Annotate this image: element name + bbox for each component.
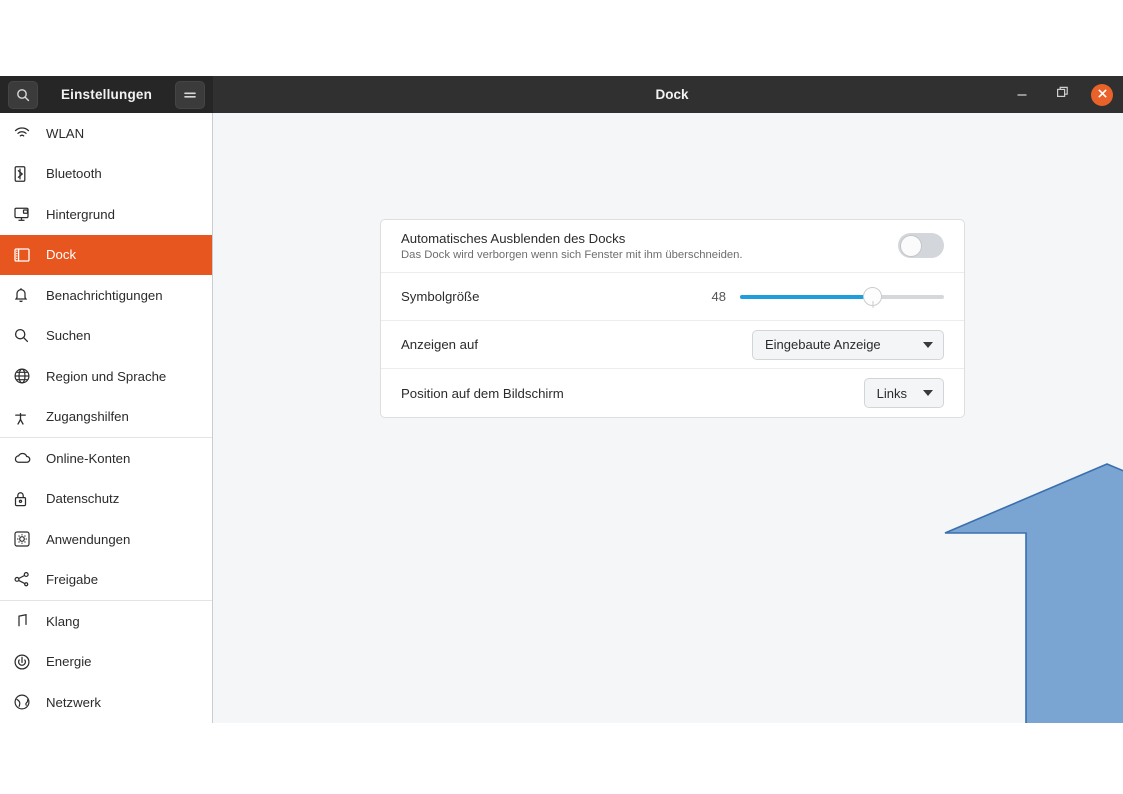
sidebar-item-label: Freigabe — [46, 572, 99, 588]
sidebar-item-hintergrund[interactable]: Hintergrund — [0, 194, 212, 235]
chevron-down-icon — [923, 390, 933, 396]
icon-size-slider-group: 48 — [704, 286, 944, 307]
auto-hide-labels: Automatisches Ausblenden des Docks Das D… — [401, 231, 743, 261]
sidebar-item-label: Zugangshilfen — [46, 409, 129, 425]
slider-handle[interactable] — [863, 286, 883, 306]
sidebar-item-label: Online-Konten — [46, 450, 131, 466]
sidebar-item-label: Region und Sprache — [46, 368, 167, 384]
sidebar-header: Einstellungen — [0, 76, 213, 113]
up-arrow-annotation — [944, 463, 1123, 723]
sidebar-item-label: Bluetooth — [46, 166, 102, 182]
sidebar-item-label: Suchen — [46, 328, 91, 344]
sidebar-item-klang[interactable]: Klang — [0, 601, 212, 642]
sidebar-item-netzwerk[interactable]: Netzwerk — [0, 682, 212, 723]
sidebar-item-label: Anwendungen — [46, 531, 131, 547]
row-show-on: Anzeigen auf Eingebaute Anzeige — [381, 321, 964, 369]
sidebar-item-online-konten[interactable]: Online-Konten — [0, 438, 212, 479]
sidebar-item-benachrichtigungen[interactable]: Benachrichtigungen — [0, 275, 212, 316]
search-button[interactable] — [8, 80, 38, 109]
window-controls — [1011, 76, 1113, 113]
sidebar-item-region-und-sprache[interactable]: Region und Sprache — [0, 356, 212, 397]
sidebar-item-label: Netzwerk — [46, 694, 101, 710]
page-title: Dock — [655, 87, 689, 102]
sidebar-nav: WLAN Bluetooth Hintergrund Dock Benachrichti… — [0, 113, 213, 723]
sidebar-item-label: Benachrichtigungen — [46, 287, 163, 303]
search-icon — [16, 88, 30, 102]
row-auto-hide: Automatisches Ausblenden des Docks Das D… — [381, 220, 964, 273]
wifi-icon — [14, 124, 36, 142]
bell-icon — [14, 286, 36, 304]
chevron-down-icon — [923, 341, 933, 348]
bluetooth-icon — [14, 165, 36, 183]
maximize-icon — [1056, 86, 1069, 104]
sidebar-item-dock[interactable]: Dock — [0, 234, 212, 275]
position-value: Links — [876, 385, 907, 401]
hamburger-menu-icon — [183, 89, 197, 101]
sidebar-item-datenschutz[interactable]: Datenschutz — [0, 479, 212, 520]
sidebar-item-label: Hintergrund — [46, 206, 115, 222]
auto-hide-description: Das Dock wird verborgen wenn sich Fenste… — [401, 249, 743, 261]
icon-size-slider[interactable] — [740, 286, 944, 307]
show-on-value: Eingebaute Anzeige — [765, 337, 881, 352]
sidebar-item-freigabe[interactable]: Freigabe — [0, 560, 212, 601]
slider-fill — [740, 295, 873, 299]
title-bar: Einstellungen Dock — [0, 76, 1123, 113]
main-menu-button[interactable] — [175, 80, 205, 109]
cloud-icon — [14, 449, 36, 467]
up-arrow-icon — [944, 463, 1123, 723]
power-icon — [14, 653, 36, 671]
sidebar-item-zugangshilfen[interactable]: Zugangshilfen — [0, 397, 212, 438]
sidebar-item-energie[interactable]: Energie — [0, 642, 212, 683]
close-icon — [1097, 86, 1108, 104]
gear-box-icon — [14, 530, 36, 548]
sidebar-item-anwendungen[interactable]: Anwendungen — [0, 519, 212, 560]
settings-window: Einstellungen Dock WLAN Bluetooth Hinter… — [0, 76, 1123, 723]
close-button[interactable] — [1091, 83, 1113, 106]
row-icon-size: Symbolgröße 48 — [381, 273, 964, 321]
wallpaper-icon — [14, 205, 36, 223]
share-icon — [14, 571, 36, 589]
sidebar-item-suchen[interactable]: Suchen — [0, 316, 212, 357]
accessibility-icon — [14, 408, 36, 426]
dock-icon — [14, 246, 36, 264]
show-on-dropdown[interactable]: Eingebaute Anzeige — [752, 329, 944, 360]
dock-settings-panel: Automatisches Ausblenden des Docks Das D… — [380, 219, 965, 418]
icon-size-label: Symbolgröße — [401, 289, 480, 304]
sidebar-item-label: WLAN — [46, 125, 85, 141]
maximize-button[interactable] — [1051, 84, 1073, 106]
network-globe-icon — [14, 693, 36, 711]
app-title: Einstellungen — [60, 87, 153, 102]
icon-size-value: 48 — [711, 289, 726, 304]
window-header: Dock — [213, 76, 1123, 113]
minimize-icon — [1016, 86, 1028, 104]
row-position: Position auf dem Bildschirm Links — [381, 369, 964, 417]
sidebar-item-label: Klang — [46, 613, 80, 629]
show-on-label: Anzeigen auf — [401, 337, 478, 352]
position-dropdown[interactable]: Links — [863, 378, 944, 408]
auto-hide-toggle[interactable] — [898, 233, 944, 258]
sidebar-item-label: Dock — [46, 247, 77, 263]
lock-icon — [14, 490, 36, 508]
sidebar-item-bluetooth[interactable]: Bluetooth — [0, 154, 212, 195]
globe-icon — [14, 367, 36, 385]
sidebar-item-label: Energie — [46, 654, 92, 670]
minimize-button[interactable] — [1011, 84, 1033, 106]
toggle-knob — [899, 234, 922, 257]
position-label: Position auf dem Bildschirm — [401, 385, 564, 401]
music-note-icon — [14, 612, 36, 630]
sidebar-item-wlan[interactable]: WLAN — [0, 113, 212, 154]
content-area: Automatisches Ausblenden des Docks Das D… — [214, 113, 1123, 723]
auto-hide-label: Automatisches Ausblenden des Docks — [401, 231, 626, 246]
sidebar-item-label: Datenschutz — [46, 491, 120, 507]
search-icon — [14, 327, 36, 345]
